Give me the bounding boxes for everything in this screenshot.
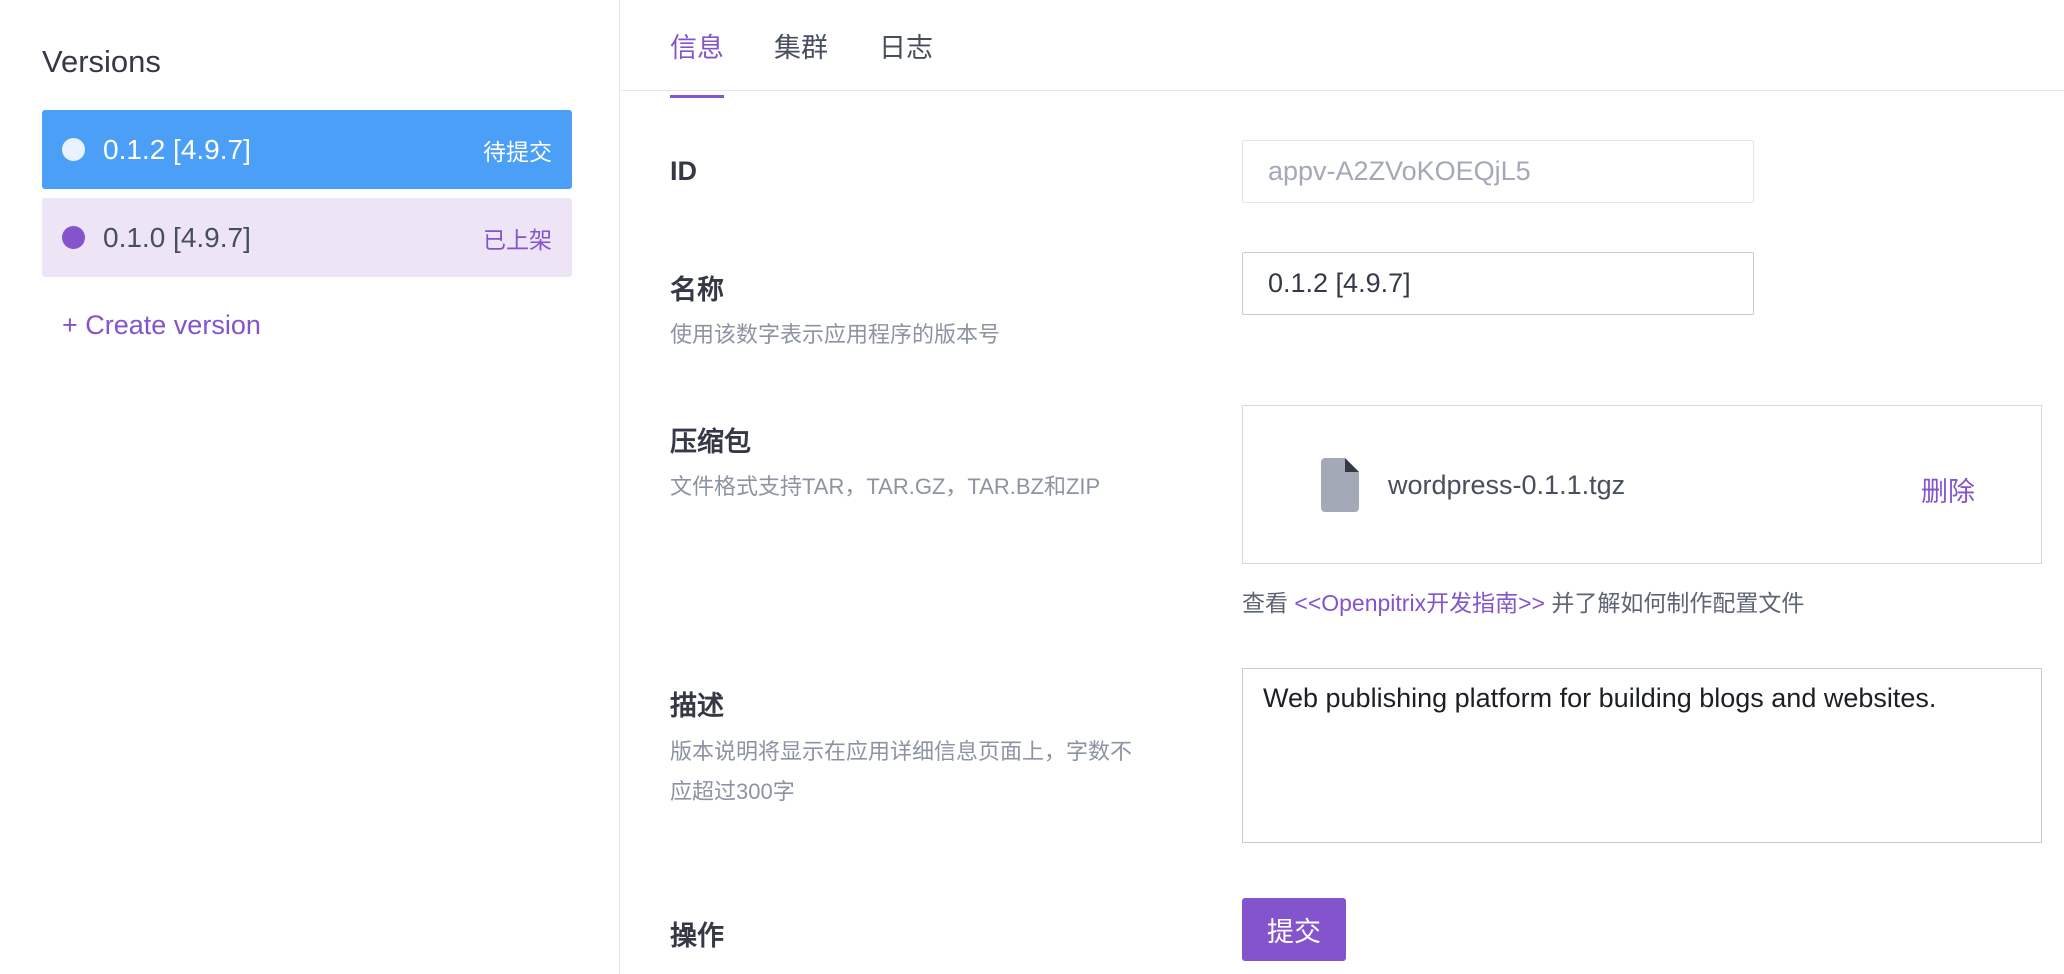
- description-hint-line2: 应超过300字: [670, 779, 795, 804]
- version-status: 已上架: [483, 226, 552, 253]
- file-name: wordpress-0.1.1.tgz: [1388, 470, 1626, 500]
- action-label: 操作: [670, 921, 724, 951]
- status-dot-icon: [62, 138, 85, 161]
- guide-text: 查看 <<Openpitrix开发指南>> 并了解如何制作配置文件: [1242, 584, 1804, 618]
- create-version-link[interactable]: + Create version: [62, 310, 261, 341]
- version-item-0-1-0[interactable]: 0.1.0 [4.9.7] 已上架: [42, 198, 572, 277]
- description-hint-line1: 版本说明将显示在应用详细信息页面上，字数不: [670, 739, 1133, 764]
- id-label: ID: [670, 156, 697, 186]
- version-name-field[interactable]: [1242, 252, 1754, 315]
- id-field[interactable]: [1242, 140, 1754, 203]
- submit-button[interactable]: 提交: [1242, 898, 1346, 961]
- package-label: 压缩包: [670, 427, 751, 457]
- tab-cluster[interactable]: 集群: [774, 26, 828, 95]
- file-icon: [1321, 458, 1359, 517]
- guide-prefix: 查看: [1242, 590, 1288, 616]
- guide-suffix: 并了解如何制作配置文件: [1551, 590, 1805, 616]
- tab-log[interactable]: 日志: [879, 26, 933, 95]
- dev-guide-link[interactable]: <<Openpitrix开发指南>>: [1294, 590, 1545, 616]
- name-hint: 使用该数字表示应用程序的版本号: [670, 322, 1001, 347]
- package-hint: 文件格式支持TAR，TAR.GZ，TAR.BZ和ZIP: [670, 474, 1101, 499]
- name-label: 名称: [670, 275, 724, 305]
- tab-bar: 信息 集群 日志: [621, 0, 2064, 98]
- version-name: 0.1.2 [4.9.7]: [103, 133, 251, 165]
- status-dot-icon: [62, 226, 85, 249]
- versions-sidebar: Versions 0.1.2 [4.9.7] 待提交 0.1.0 [4.9.7]…: [0, 0, 620, 974]
- version-status: 待提交: [483, 138, 552, 165]
- delete-file-button[interactable]: 删除: [1921, 470, 1975, 509]
- version-name: 0.1.0 [4.9.7]: [103, 221, 251, 253]
- description-textarea[interactable]: Web publishing platform for building blo…: [1242, 668, 2042, 843]
- sidebar-title: Versions: [42, 44, 161, 79]
- tab-info[interactable]: 信息: [670, 26, 724, 98]
- description-label: 描述: [670, 691, 724, 721]
- package-upload-box[interactable]: wordpress-0.1.1.tgz 删除: [1242, 405, 2042, 564]
- version-item-0-1-2[interactable]: 0.1.2 [4.9.7] 待提交: [42, 110, 572, 189]
